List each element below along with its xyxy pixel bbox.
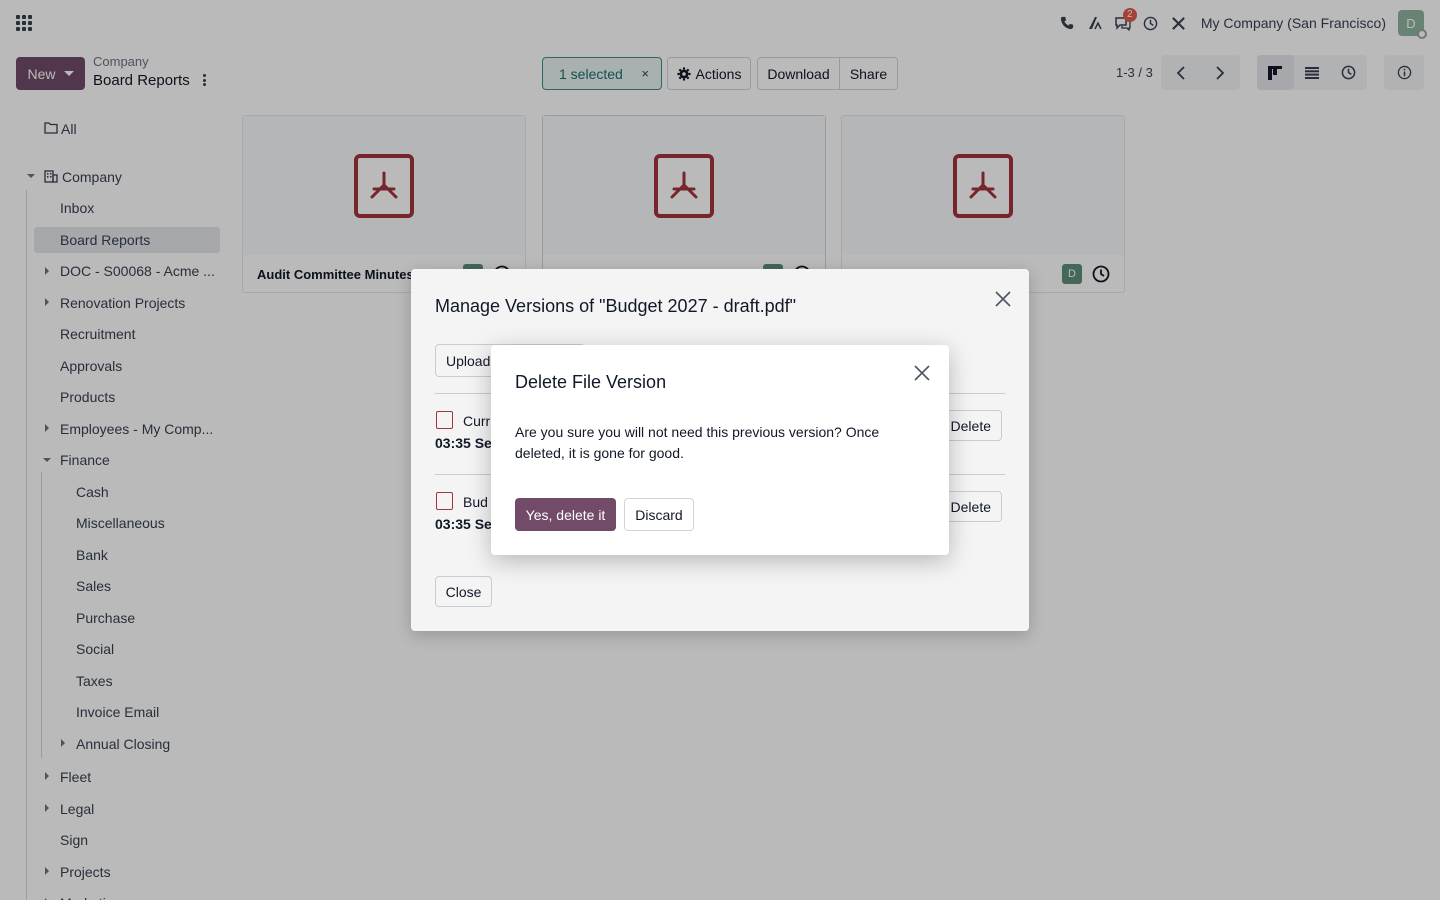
version-time: 03:35 Se xyxy=(435,516,492,532)
close-button[interactable]: Close xyxy=(435,576,492,607)
file-pdf-icon xyxy=(436,411,453,429)
version-name: Bud xyxy=(463,494,488,510)
delete-version-button[interactable]: Delete xyxy=(942,410,1002,441)
dialog-title: Delete File Version xyxy=(515,372,667,392)
version-name: Curr xyxy=(463,413,491,429)
delete-confirm-dialog: Delete File Version Are you sure you wil… xyxy=(491,345,949,555)
delete-version-button[interactable]: Delete xyxy=(942,491,1002,522)
dialog-title: Manage Versions of "Budget 2027 - draft.… xyxy=(435,296,797,316)
dialog-message: Are you sure you will not need this prev… xyxy=(515,424,880,461)
close-icon[interactable] xyxy=(912,363,932,383)
file-pdf-icon xyxy=(436,492,453,510)
version-time: 03:35 Se xyxy=(435,435,492,451)
discard-button[interactable]: Discard xyxy=(624,498,694,531)
close-icon[interactable] xyxy=(992,288,1014,310)
confirm-delete-button[interactable]: Yes, delete it xyxy=(515,498,616,531)
